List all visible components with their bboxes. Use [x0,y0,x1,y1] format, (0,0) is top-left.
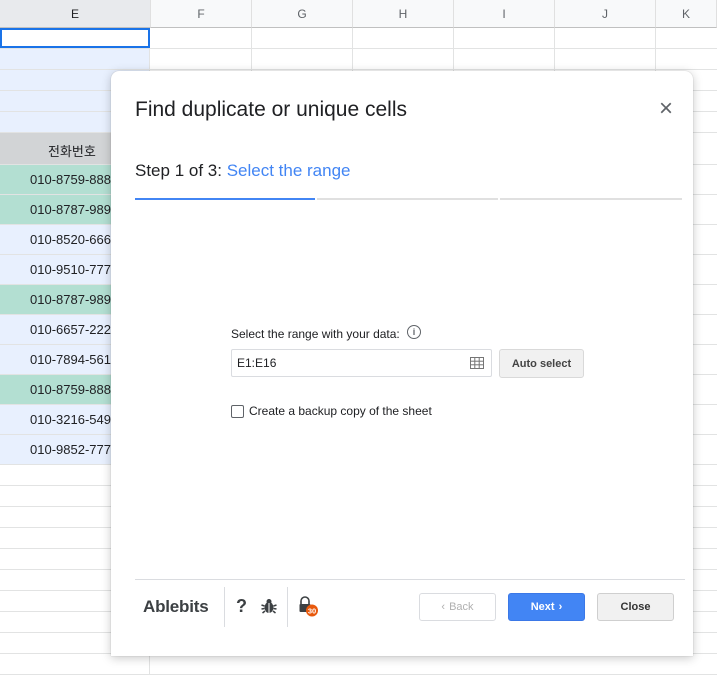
table-row [0,49,717,70]
column-header-h[interactable]: H [353,0,454,28]
close-icon[interactable]: × [659,95,673,123]
progress-segment [317,198,498,200]
cell-value: 010-9852-777 [30,442,111,457]
bug-icon[interactable] [260,597,278,615]
table-row [0,28,717,49]
column-header-k[interactable]: K [656,0,717,28]
footer-divider [135,579,685,580]
dialog-title: Find duplicate or unique cells [135,98,407,121]
license-lock-icon[interactable]: 30 [297,595,319,617]
next-button[interactable]: Next › [508,593,585,621]
close-button[interactable]: Close [597,593,674,621]
cell-value: 010-8759-888 [30,172,111,187]
back-button-label: Back [449,601,474,613]
cell-value: 전화번호 [48,144,96,159]
range-input[interactable] [231,349,492,377]
grid-line [251,28,252,72]
backup-checkbox-label[interactable]: Create a backup copy of the sheet [249,404,432,418]
step-prefix: Step 1 of 3: [135,161,222,180]
grid-line [655,28,656,72]
cell-value: 010-8787-989 [30,202,111,217]
footer-separator [224,587,225,627]
badge-count: 30 [308,606,316,615]
select-range-grid-icon[interactable] [470,357,484,369]
column-header-f[interactable]: F [151,0,252,28]
progress-segment [500,198,682,200]
ablebits-logo[interactable]: Ablebits [143,597,209,617]
next-button-label: Next [530,601,555,613]
column-header-j[interactable]: J [555,0,656,28]
column-header-i[interactable]: I [454,0,555,28]
table-row [0,654,717,675]
chevron-right-icon: › [558,601,563,613]
progress-segment-active [135,198,315,200]
active-cell[interactable] [0,28,150,48]
cell-value: 010-7894-561 [30,352,111,367]
step-name: Select the range [226,161,351,180]
chevron-left-icon: ‹ [441,601,446,613]
cell-value: 010-9510-777 [30,262,111,277]
backup-checkbox[interactable] [231,405,244,418]
cell-e[interactable] [0,654,150,674]
back-button[interactable]: ‹ Back [419,593,496,621]
column-header-g[interactable]: G [252,0,353,28]
grid-line [453,28,454,72]
help-icon[interactable]: ? [236,596,247,617]
cell-value: 010-8787-989 [30,292,111,307]
cell-value: 010-3216-549 [30,412,111,427]
find-duplicates-dialog: Find duplicate or unique cells × Step 1 … [111,71,693,656]
cell-e[interactable] [0,49,150,69]
grid-line [352,28,353,72]
step-indicator: Step 1 of 3: Select the range [135,161,351,181]
auto-select-button[interactable]: Auto select [499,349,584,378]
cell-value: 010-8759-888 [30,382,111,397]
info-icon[interactable]: i [407,325,421,339]
range-label: Select the range with your data: [231,327,400,341]
column-header-e[interactable]: E [0,0,151,28]
grid-line [554,28,555,72]
cell-value: 010-8520-666 [30,232,111,247]
cell-value: 010-6657-222 [30,322,111,337]
footer-separator [287,587,288,627]
